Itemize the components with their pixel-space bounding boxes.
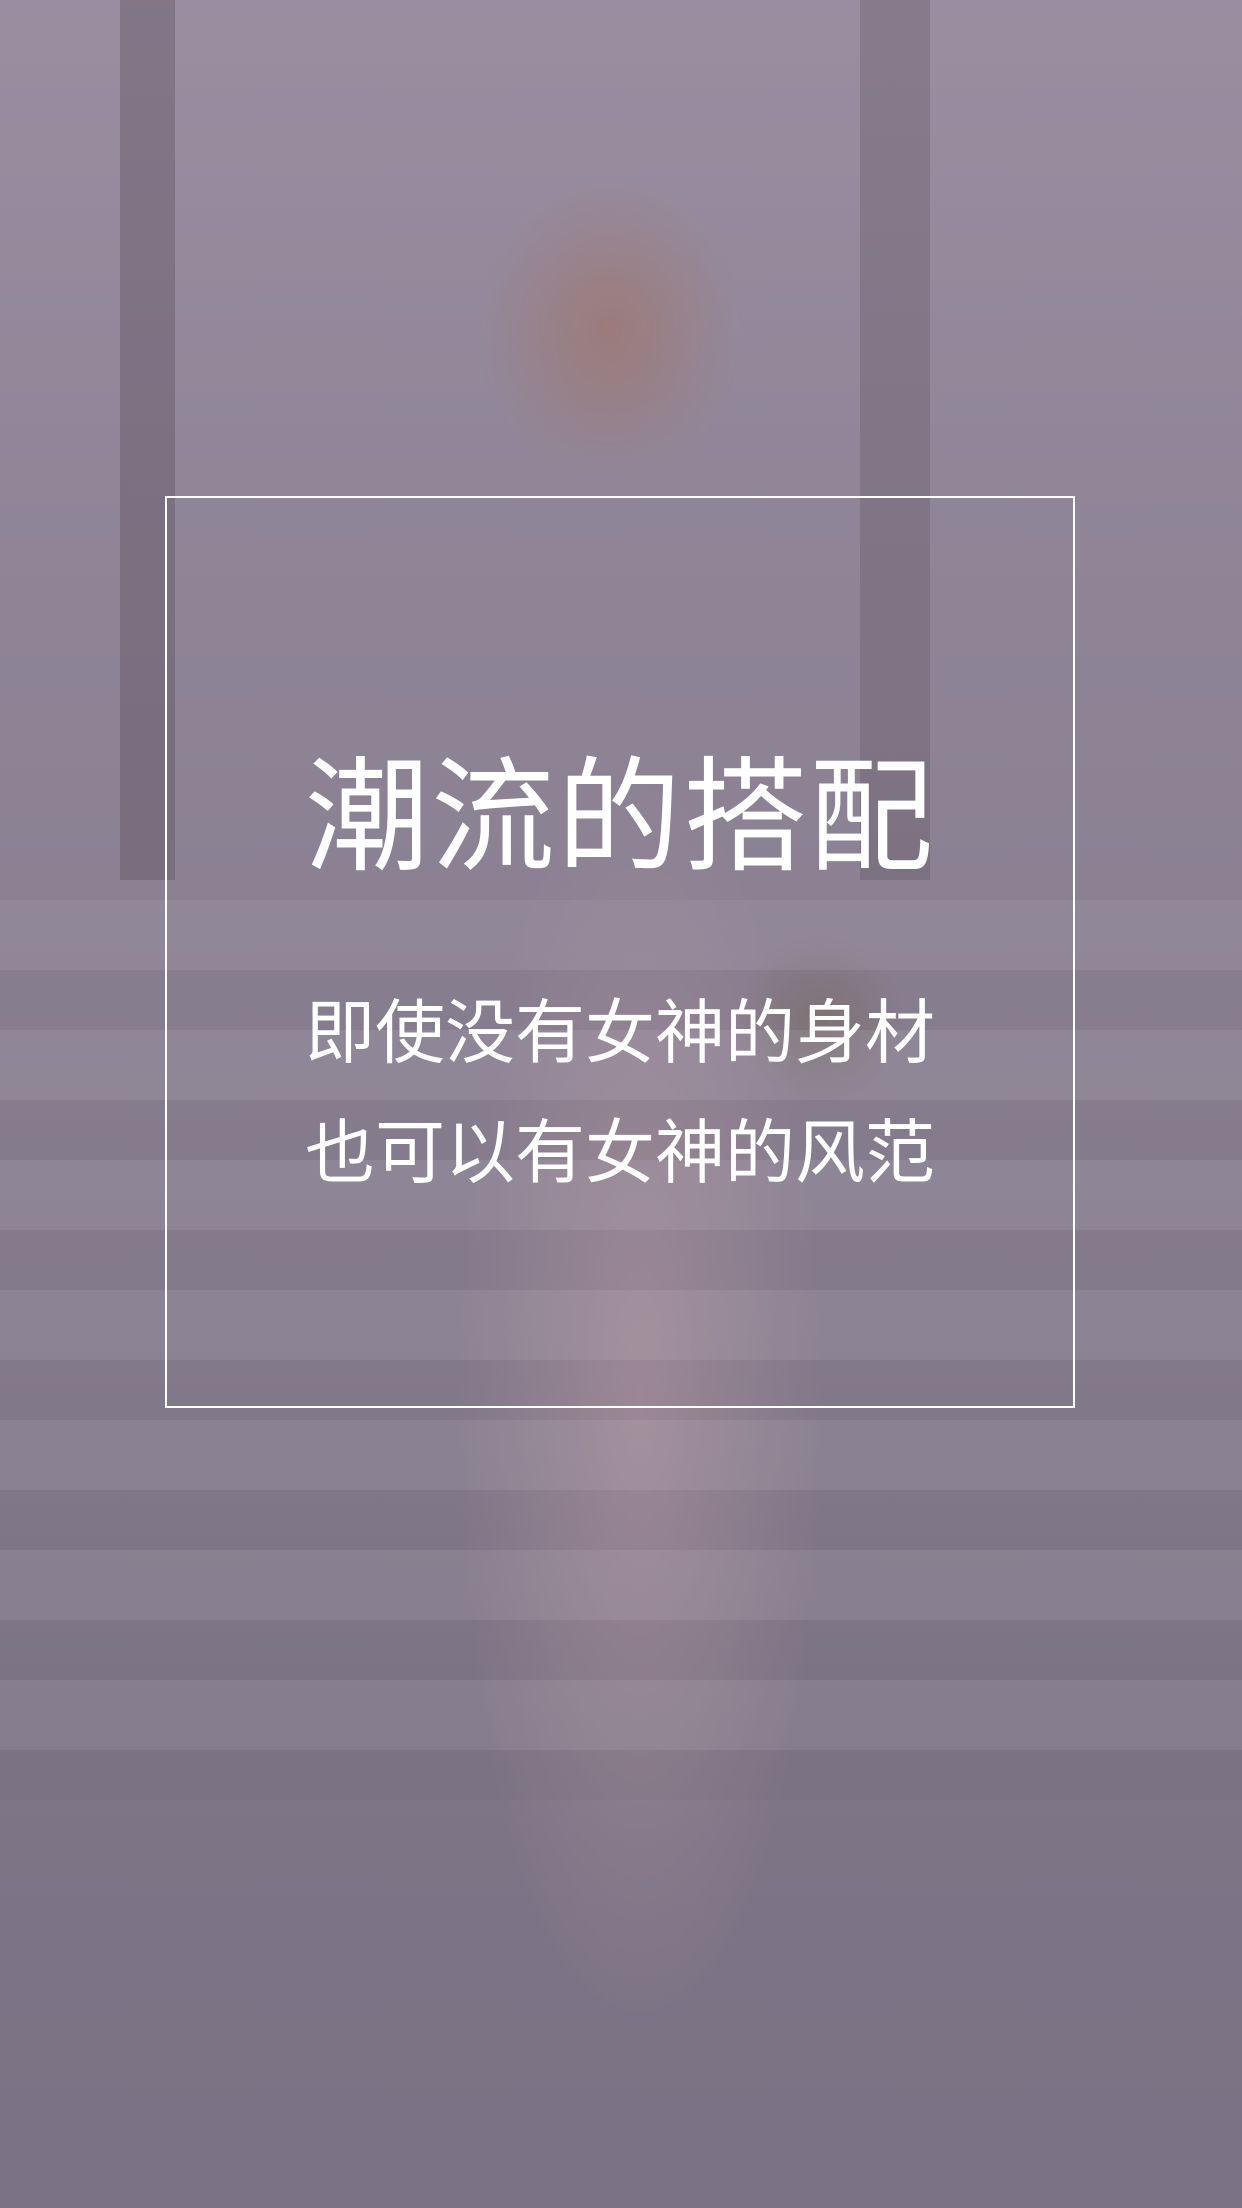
subline-second: 也可以有女神的风范 (305, 1112, 935, 1194)
headline: 潮流的搭配 (304, 746, 935, 890)
text-frame: 潮流的搭配 即使没有女神的身材 也可以有女神的风范 (165, 496, 1075, 1408)
subline-first: 即使没有女神的身材 (305, 992, 935, 1074)
splash-screen: 潮流的搭配 即使没有女神的身材 也可以有女神的风范 (0, 0, 1242, 2208)
